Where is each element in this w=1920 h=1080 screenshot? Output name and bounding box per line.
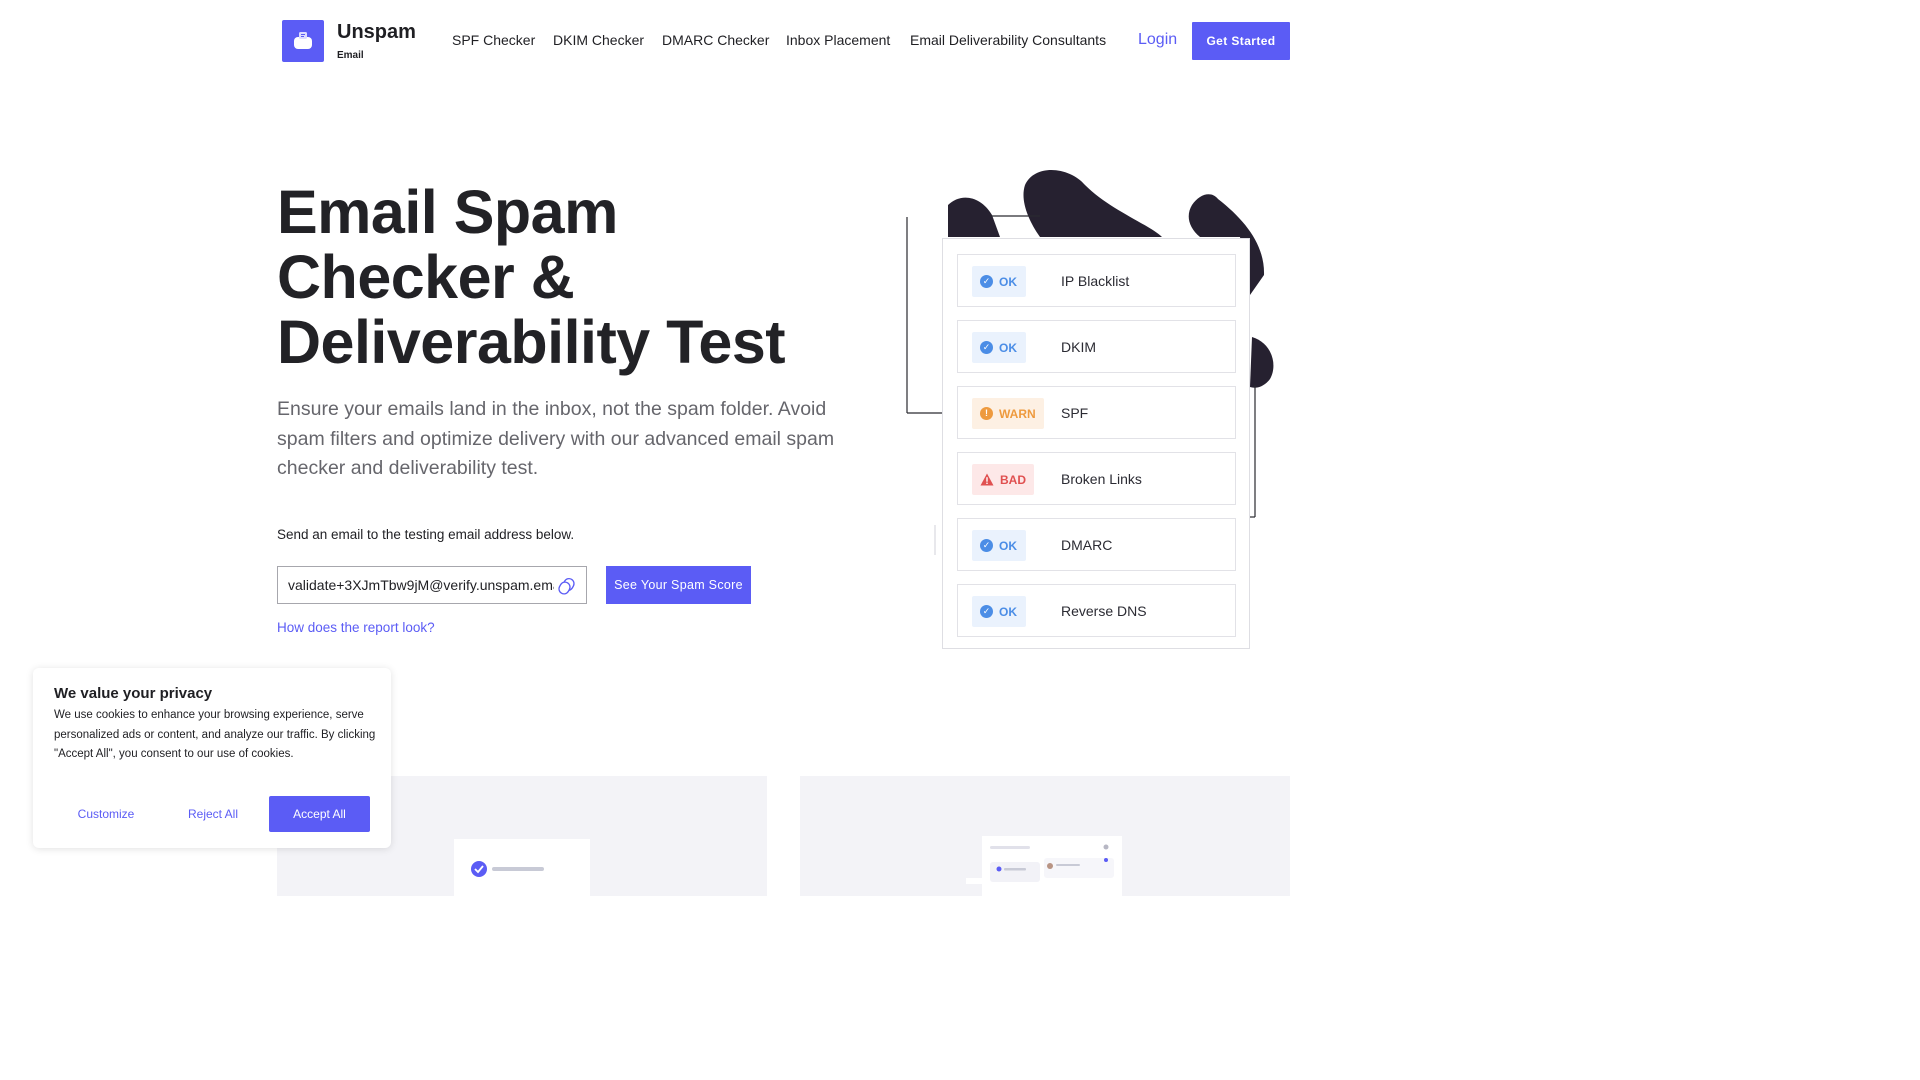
status-text: WARN (999, 406, 1036, 421)
warning-circle-icon: ! (980, 407, 993, 420)
check-label: DMARC (1061, 537, 1113, 553)
preview-graphic (471, 861, 544, 877)
check-label: Broken Links (1061, 471, 1142, 487)
status-text: OK (999, 604, 1017, 619)
preview-card (454, 839, 590, 899)
status-text: OK (999, 274, 1017, 289)
status-badge-bad: BAD (972, 464, 1034, 495)
brand-name[interactable]: Unspam (337, 21, 416, 44)
hero-title-line-2: Checker & (277, 243, 575, 311)
site-header: Unspam Email SPF Checker DKIM Checker DM… (0, 0, 1568, 84)
check-row-dmarc: ✓ OK DMARC (957, 518, 1236, 571)
hero-subtitle: Ensure your emails land in the inbox, no… (277, 398, 835, 479)
check-circle-icon: ✓ (980, 341, 993, 354)
check-label: IP Blacklist (1061, 273, 1130, 289)
feature-panel-right (800, 776, 1290, 896)
check-label: DKIM (1061, 339, 1096, 355)
check-label: SPF (1061, 405, 1089, 421)
cookie-accept-all-button[interactable]: Accept All (269, 796, 370, 832)
check-circle-icon: ✓ (980, 275, 993, 288)
logo[interactable] (282, 20, 324, 62)
status-badge-warn: ! WARN (972, 398, 1044, 429)
login-link[interactable]: Login (1138, 31, 1177, 49)
nav-spf-checker[interactable]: SPF Checker (452, 32, 535, 48)
check-circle-icon: ✓ (980, 605, 993, 618)
status-badge-ok: ✓ OK (972, 332, 1026, 363)
cookie-customize-button[interactable]: Customize (53, 796, 159, 832)
get-started-button[interactable]: Get Started (1192, 22, 1290, 60)
report-preview-link[interactable]: How does the report look? (277, 620, 435, 635)
status-badge-ok: ✓ OK (972, 266, 1026, 297)
test-email-field[interactable] (277, 566, 587, 604)
check-row-broken-links: BAD Broken Links (957, 452, 1236, 505)
brand-subtitle: Email (337, 50, 364, 61)
alert-triangle-icon (980, 473, 994, 486)
cookie-reject-all-button[interactable]: Reject All (160, 796, 266, 832)
check-row-reverse-dns: ✓ OK Reverse DNS (957, 584, 1236, 637)
preview-card-edge (966, 878, 986, 884)
nav-dmarc-checker[interactable]: DMARC Checker (662, 32, 769, 48)
hero-title: Email Spam Checker & Deliverability Test (277, 180, 877, 375)
preview-graphic (990, 844, 1114, 882)
cookie-title: We value your privacy (54, 685, 213, 702)
status-badge-ok: ✓ OK (972, 530, 1026, 561)
send-instructions: Send an email to the testing email addre… (277, 527, 575, 542)
cookie-text: We use cookies to enhance your browsing … (54, 709, 376, 761)
deliverability-report-card: ✓ OK IP Blacklist ✓ OK DKIM ! WARN SPF B… (942, 238, 1250, 649)
nav-dkim-checker[interactable]: DKIM Checker (553, 32, 644, 48)
preview-card (982, 836, 1122, 896)
nav-inbox-placement[interactable]: Inbox Placement (786, 32, 890, 48)
status-text: BAD (1000, 472, 1026, 487)
test-email-input[interactable] (288, 577, 554, 593)
status-text: OK (999, 538, 1017, 553)
status-text: OK (999, 340, 1017, 355)
copy-icon[interactable] (557, 576, 577, 596)
check-circle-icon: ✓ (980, 539, 993, 552)
status-badge-ok: ✓ OK (972, 596, 1026, 627)
check-row-spf: ! WARN SPF (957, 386, 1236, 439)
check-row-ip-blacklist: ✓ OK IP Blacklist (957, 254, 1236, 307)
cookie-consent-banner: We value your privacy We use cookies to … (33, 668, 391, 848)
check-label: Reverse DNS (1061, 603, 1147, 619)
nav-deliverability-consultants[interactable]: Email Deliverability Consultants (910, 32, 1106, 48)
see-spam-score-button[interactable]: See Your Spam Score (606, 566, 751, 604)
hero-title-line-1: Email Spam (277, 178, 618, 246)
mailbox-icon (294, 32, 312, 49)
check-row-dkim: ✓ OK DKIM (957, 320, 1236, 373)
hero-title-line-3: Deliverability Test (277, 308, 786, 376)
